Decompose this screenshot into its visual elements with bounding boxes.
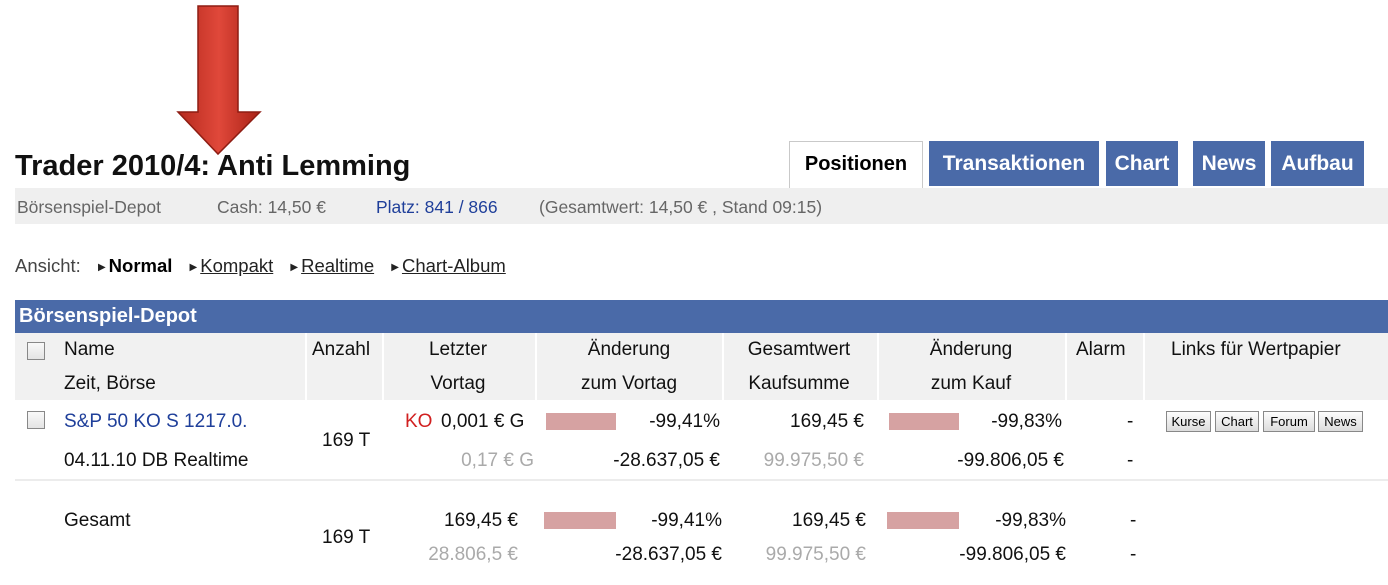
triangle-right-icon: ▶ <box>290 262 299 273</box>
total-aenderung-kauf-pct: -99,83% <box>995 510 1066 531</box>
view-label: Ansicht: <box>15 255 81 276</box>
position-aenderung-kauf-abs: -99.806,05 € <box>957 450 1064 471</box>
position-kaufsumme: 99.975,50 € <box>763 450 864 471</box>
news-button[interactable]: News <box>1318 411 1363 432</box>
tab-bar: Positionen Transaktionen Chart News Aufb… <box>789 141 1388 188</box>
tab-news[interactable]: News <box>1193 141 1265 186</box>
col-header-anzahl: Anzahl <box>312 339 371 360</box>
position-anzahl: 169 T <box>322 430 371 451</box>
cash-value: Cash: 14,50 € <box>217 197 326 217</box>
select-all-checkbox[interactable] <box>27 342 45 360</box>
total-label: Gesamt <box>64 510 131 531</box>
table-title: Börsenspiel-Depot <box>19 305 197 327</box>
chart-button[interactable]: Chart <box>1215 411 1259 432</box>
total-alarm-2: - <box>1130 544 1137 565</box>
total-vortag: 28.806,5 € <box>428 544 518 565</box>
table-title-band: Börsenspiel-Depot <box>15 300 1388 333</box>
total-gesamtwert: 169,45 € <box>792 510 866 531</box>
col-header-aenderung-vortag: Änderung <box>587 339 671 360</box>
col-header-letzter: Letzter <box>428 339 488 360</box>
total-change-bar-kauf <box>887 512 959 529</box>
red-arrow-annotation <box>176 5 262 156</box>
col-header-zum-vortag: zum Vortag <box>580 373 678 394</box>
tab-transaktionen[interactable]: Transaktionen <box>929 141 1099 186</box>
position-aenderung-vortag-pct: -99,41% <box>649 411 720 432</box>
triangle-right-icon: ▶ <box>189 262 198 273</box>
position-gesamtwert: 169,45 € <box>790 411 864 432</box>
col-header-links: Links für Wertpapier <box>1171 339 1341 360</box>
total-aenderung-vortag-pct: -99,41% <box>651 510 722 531</box>
depot-summary-bar: Börsenspiel-Depot Cash: 14,50 € Platz: 8… <box>15 188 1388 224</box>
total-letzter: 169,45 € <box>444 510 518 531</box>
position-vortag: 0,17 € G <box>461 450 534 471</box>
page-title: Trader 2010/4: Anti Lemming <box>15 150 411 182</box>
col-header-alarm: Alarm <box>1076 339 1126 360</box>
position-name-link[interactable]: S&P 50 KO S 1217.0. <box>64 411 247 433</box>
position-letzter: 0,001 € G <box>441 411 525 432</box>
col-header-aenderung-kauf: Änderung <box>929 339 1013 360</box>
position-checkbox[interactable] <box>27 411 45 429</box>
triangle-right-icon: ▶ <box>391 262 399 273</box>
platz-value[interactable]: Platz: 841 / 866 <box>376 197 498 218</box>
view-option-normal[interactable]: Normal <box>109 255 173 276</box>
row-divider <box>15 479 1388 481</box>
tab-aufbau[interactable]: Aufbau <box>1271 141 1364 186</box>
change-bar-vortag <box>546 413 616 430</box>
kurse-button[interactable]: Kurse <box>1166 411 1211 432</box>
col-header-zeit: Zeit, Börse <box>64 373 156 394</box>
gesamtwert-stand: (Gesamtwert: 14,50 € , Stand 09:15) <box>539 197 823 217</box>
position-aenderung-kauf-pct: -99,83% <box>991 411 1062 432</box>
tab-chart[interactable]: Chart <box>1106 141 1178 186</box>
col-header-vortag: Vortag <box>430 373 486 394</box>
position-ko-label: KO <box>405 411 433 432</box>
col-header-name: Name <box>64 339 115 360</box>
triangle-right-icon: ▶ <box>97 262 106 273</box>
col-header-gesamtwert: Gesamtwert <box>747 339 851 360</box>
position-aenderung-vortag-abs: -28.637,05 € <box>613 450 720 471</box>
position-alarm-2: - <box>1127 450 1134 471</box>
view-option-kompakt[interactable]: Kompakt <box>200 255 273 276</box>
view-option-chart-album[interactable]: Chart-Album <box>402 255 506 276</box>
view-option-realtime[interactable]: Realtime <box>301 255 374 276</box>
total-kaufsumme: 99.975,50 € <box>765 544 866 565</box>
tab-positionen[interactable]: Positionen <box>789 141 923 188</box>
forum-button[interactable]: Forum <box>1263 411 1315 432</box>
position-alarm[interactable]: - <box>1127 411 1133 433</box>
view-selector: Ansicht: ▶ Normal ▶ Kompakt ▶ Realtime ▶ Cha… <box>15 255 506 277</box>
total-aenderung-kauf-abs: -99.806,05 € <box>959 544 1066 565</box>
depot-name: Börsenspiel-Depot <box>17 197 161 217</box>
total-change-bar-vortag <box>544 512 616 529</box>
total-aenderung-vortag-abs: -28.637,05 € <box>615 544 722 565</box>
col-header-kaufsumme: Kaufsumme <box>748 373 850 394</box>
total-anzahl: 169 T <box>322 527 371 548</box>
change-bar-kauf <box>889 413 959 430</box>
position-zeit-boerse: 04.11.10 DB Realtime <box>64 450 249 471</box>
col-header-zum-kauf: zum Kauf <box>930 373 1012 394</box>
total-alarm: - <box>1130 510 1137 531</box>
